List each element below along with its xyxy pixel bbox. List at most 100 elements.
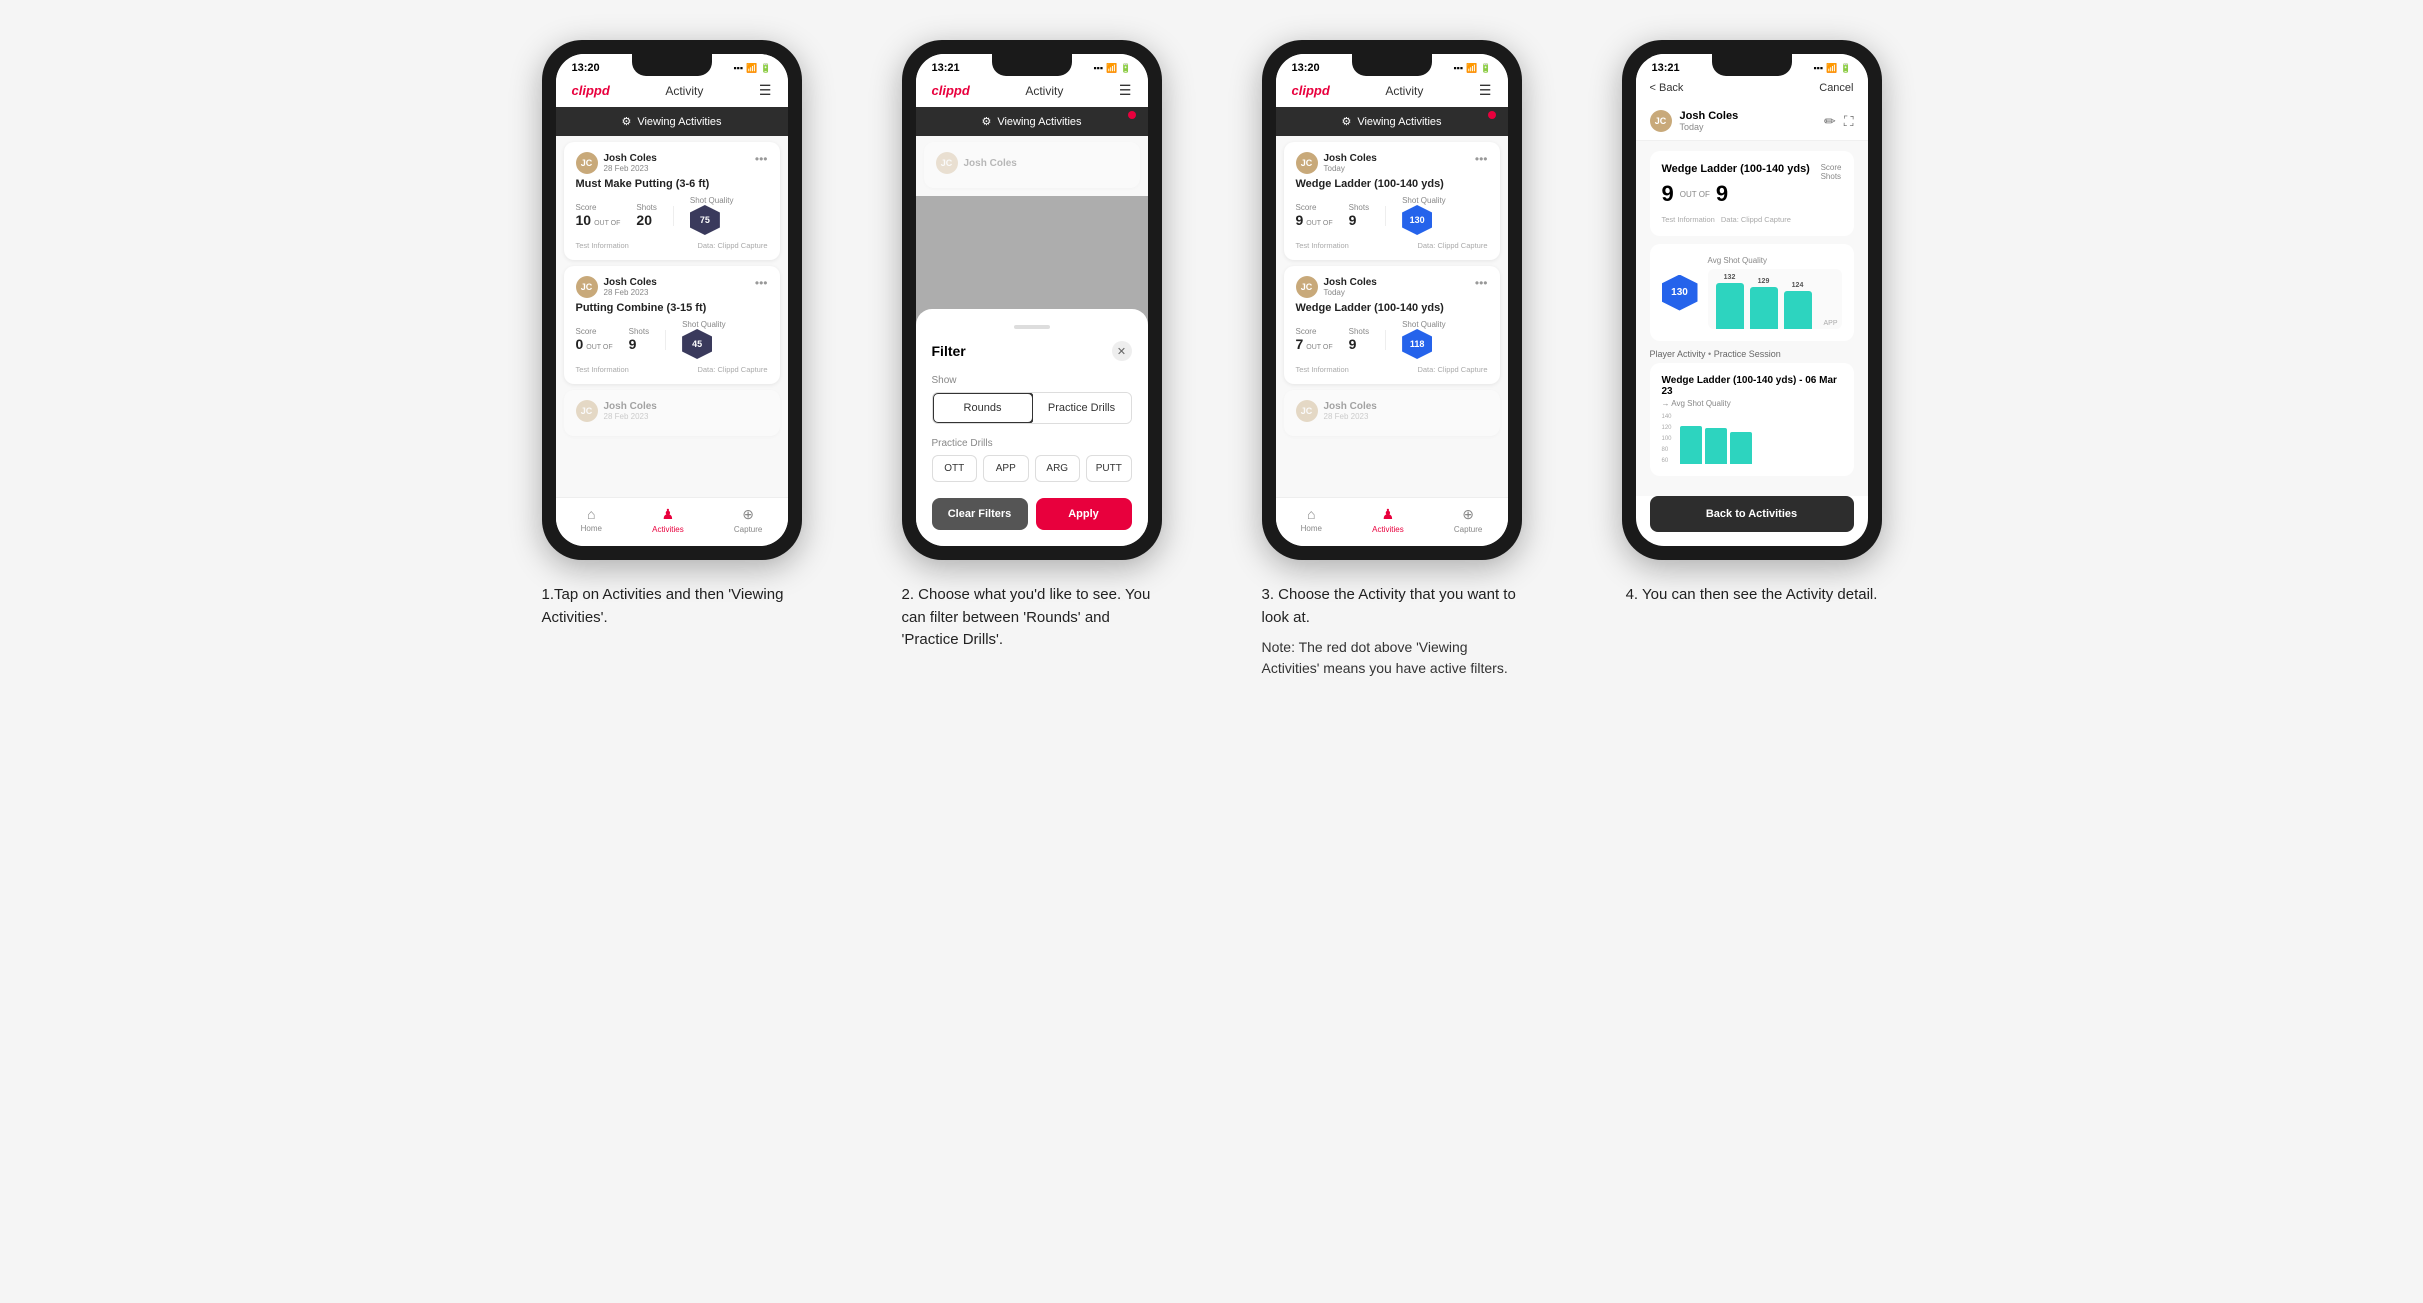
home-icon-3: ⌂	[1307, 506, 1315, 522]
step-1-col: 13:20 ▪▪▪ 📶 🔋 clippd Activity ☰ ⚙ Vi	[512, 40, 832, 679]
notch-1	[632, 54, 712, 76]
signal-icon-2: ▪▪▪	[1093, 63, 1103, 73]
user-name-1-2: Josh Coles	[604, 277, 657, 288]
bar-2: 129	[1750, 278, 1778, 329]
activities-list-1: JC Josh Coles 28 Feb 2023 ••• Must Make …	[556, 136, 788, 497]
edit-icon-4[interactable]: ✏	[1824, 113, 1836, 130]
nav-home-3[interactable]: ⌂ Home	[1301, 506, 1322, 534]
footer-right-1-1: Data: Clippd Capture	[697, 241, 767, 250]
apply-btn[interactable]: Apply	[1036, 498, 1132, 530]
activity-card-3-2[interactable]: JC Josh Coles Today ••• Wedge Ladder (10…	[1284, 266, 1500, 384]
expand-icon-4[interactable]: ⛶	[1844, 113, 1854, 130]
activities-icon-1: ♟	[662, 506, 675, 523]
nav-capture-1[interactable]: ⊕ Capture	[734, 506, 762, 534]
filter-title-2: Filter	[932, 343, 966, 359]
step-3-note: Note: The red dot above 'Viewing Activit…	[1262, 637, 1522, 679]
nav-bar-3: clippd Activity ☰	[1276, 78, 1508, 107]
card-dots-1-1[interactable]: •••	[755, 152, 768, 166]
user-text-1-2: Josh Coles 28 Feb 2023	[604, 277, 657, 297]
nav-activities-3[interactable]: ♟ Activities	[1372, 506, 1404, 534]
menu-icon-3[interactable]: ☰	[1479, 82, 1492, 99]
card-title-3-1: Wedge Ladder (100-140 yds)	[1296, 178, 1488, 190]
avg-sq-label-4: Avg Shot Quality	[1708, 256, 1842, 265]
step-3-description: 3. Choose the Activity that you want to …	[1262, 584, 1522, 679]
wifi-icon-2: 📶	[1106, 63, 1117, 74]
status-icons-2: ▪▪▪ 📶 🔋	[1093, 63, 1131, 74]
battery-icon-4: 🔋	[1840, 63, 1851, 74]
user-info-1-1: JC Josh Coles 28 Feb 2023	[576, 152, 657, 174]
bar-chart-4: 132 129 124	[1708, 269, 1842, 329]
phone-1: 13:20 ▪▪▪ 📶 🔋 clippd Activity ☰ ⚙ Vi	[542, 40, 802, 560]
detail-content-4: Wedge Ladder (100-140 yds) Score Shots 9	[1636, 141, 1868, 496]
app-btn[interactable]: APP	[983, 455, 1029, 482]
avatar-1-1: JC	[576, 152, 598, 174]
filter-close-btn[interactable]: ✕	[1112, 341, 1132, 361]
step-2-description: 2. Choose what you'd like to see. You ca…	[902, 584, 1162, 652]
user-name-1-1: Josh Coles	[604, 153, 657, 164]
detail-actions-4: ✏ ⛶	[1824, 113, 1854, 130]
filter-overlay-2: Filter ✕ Show Rounds Practice Drills Pra…	[916, 196, 1148, 546]
activity-card-1-1[interactable]: JC Josh Coles 28 Feb 2023 ••• Must Make …	[564, 142, 780, 260]
detail-score-row-4: 9 OUT OF 9	[1662, 181, 1842, 207]
filter-icon-1: ⚙	[621, 115, 631, 128]
detail-score-val-4: 9	[1662, 181, 1674, 207]
drill-buttons-2: OTT APP ARG PUTT	[932, 455, 1132, 482]
signal-icon-1: ▪▪▪	[733, 63, 743, 73]
bar-1: 132	[1716, 274, 1744, 329]
status-icons-4: ▪▪▪ 📶 🔋	[1813, 63, 1851, 74]
arg-btn[interactable]: ARG	[1035, 455, 1081, 482]
signal-icon-4: ▪▪▪	[1813, 63, 1823, 73]
detail-header-4: < Back Cancel	[1636, 78, 1868, 102]
activity-banner-1[interactable]: ⚙ Viewing Activities	[556, 107, 788, 136]
nav-bar-1: clippd Activity ☰	[556, 78, 788, 107]
rounds-btn[interactable]: Rounds	[932, 392, 1034, 424]
screen-2-bg: JC Josh Coles Filter	[916, 136, 1148, 546]
activity-card-1-2[interactable]: JC Josh Coles 28 Feb 2023 ••• Putting Co…	[564, 266, 780, 384]
user-info-1-2: JC Josh Coles 28 Feb 2023	[576, 276, 657, 298]
user-name-3-1: Josh Coles	[1324, 153, 1377, 164]
activity-card-3-1[interactable]: JC Josh Coles Today ••• Wedge Ladder (10…	[1284, 142, 1500, 260]
status-icons-1: ▪▪▪ 📶 🔋	[733, 63, 771, 74]
filter-actions-2: Clear Filters Apply	[932, 498, 1132, 530]
filter-icon-2: ⚙	[981, 115, 991, 128]
activities-list-3: JC Josh Coles Today ••• Wedge Ladder (10…	[1276, 136, 1508, 497]
bottom-nav-1: ⌂ Home ♟ Activities ⊕ Capture	[556, 497, 788, 546]
step-3-col: 13:20 ▪▪▪ 📶 🔋 clippd Activity ☰ ⚙ Viewin…	[1232, 40, 1552, 679]
activity-banner-3[interactable]: ⚙ Viewing Activities	[1276, 107, 1508, 136]
shots-group-1-1: Shots 20	[636, 203, 656, 228]
card-dots-1-2[interactable]: •••	[755, 276, 768, 290]
putt-btn[interactable]: PUTT	[1086, 455, 1132, 482]
toggle-group-2: Rounds Practice Drills	[932, 392, 1132, 424]
sq-badge-1-1: 75	[690, 205, 720, 235]
back-to-activities-btn-4[interactable]: Back to Activities	[1650, 496, 1854, 532]
practice-drills-btn[interactable]: Practice Drills	[1033, 393, 1131, 423]
cancel-button-4[interactable]: Cancel	[1819, 82, 1853, 94]
step-4-col: 13:21 ▪▪▪ 📶 🔋 < Back Cancel JC	[1592, 40, 1912, 679]
nav-activities-1[interactable]: ♟ Activities	[652, 506, 684, 534]
ott-btn[interactable]: OTT	[932, 455, 978, 482]
nav-home-1[interactable]: ⌂ Home	[581, 506, 602, 534]
card-title-1-2: Putting Combine (3-15 ft)	[576, 302, 768, 314]
nav-capture-3[interactable]: ⊕ Capture	[1454, 506, 1482, 534]
bg-card-2: JC Josh Coles	[924, 142, 1140, 188]
activity-banner-2[interactable]: ⚙ Viewing Activities	[916, 107, 1148, 136]
bottom-nav-3: ⌂ Home ♟ Activities ⊕ Capture	[1276, 497, 1508, 546]
detail-main-card-4: Wedge Ladder (100-140 yds) Score Shots 9	[1650, 151, 1854, 236]
drill-title-4: Wedge Ladder (100-140 yds) - 06 Mar 23	[1662, 375, 1842, 397]
notch-4	[1712, 54, 1792, 76]
nav-title-3: Activity	[1385, 84, 1423, 98]
clear-filters-btn[interactable]: Clear Filters	[932, 498, 1028, 530]
bar-3: 124	[1784, 282, 1812, 329]
home-icon-1: ⌂	[587, 506, 595, 522]
menu-icon-2[interactable]: ☰	[1119, 82, 1132, 99]
detail-data-source-4: Data: Clippd Capture	[1721, 215, 1791, 224]
red-dot-2	[1128, 111, 1136, 119]
phone-2: 13:21 ▪▪▪ 📶 🔋 clippd Activity ☰ ⚙ Vi	[902, 40, 1162, 560]
nav-bar-2: clippd Activity ☰	[916, 78, 1148, 107]
detail-shots-val-4: 9	[1716, 181, 1728, 207]
menu-icon-1[interactable]: ☰	[759, 82, 772, 99]
shots-group-1-2: Shots 9	[629, 327, 649, 352]
user-date-3-1: Today	[1324, 164, 1377, 173]
back-button-4[interactable]: < Back	[1650, 82, 1684, 94]
activity-card-1-3: JC Josh Coles 28 Feb 2023	[564, 390, 780, 436]
